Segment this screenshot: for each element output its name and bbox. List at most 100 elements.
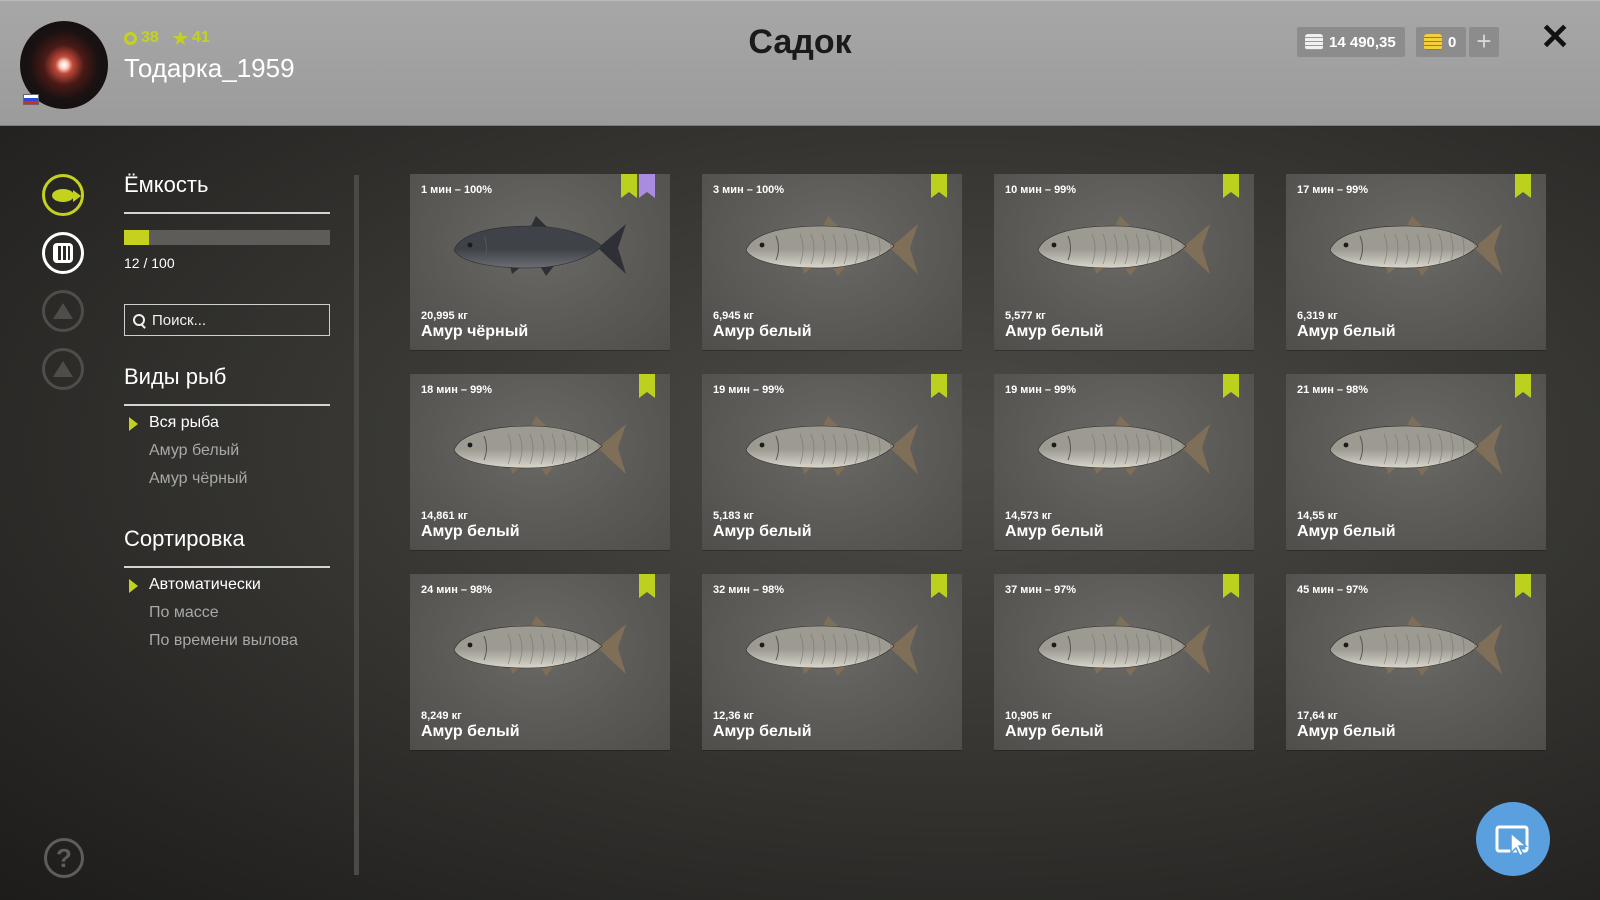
sort-option-label: По массе: [149, 604, 219, 621]
catch-time: 19 мин – 99%: [1005, 384, 1077, 396]
fish-card[interactable]: 21 мин – 98% 14,55 кг Амур белый: [1286, 374, 1546, 550]
bookmark-check-icon[interactable]: [639, 374, 655, 398]
species-option[interactable]: Амур чёрный: [149, 470, 247, 488]
catch-time: 24 мин – 98%: [421, 584, 493, 596]
capacity-bar: [124, 230, 330, 245]
fish-card[interactable]: 10 мин – 99% 5,577 кг Амур белый: [994, 174, 1254, 350]
silver-balance: 14 490,35: [1297, 27, 1405, 57]
fish-image: [1037, 416, 1210, 476]
fish-name: Амур белый: [1005, 323, 1104, 340]
fish-weight: 5,577 кг: [1005, 310, 1046, 322]
fish-name: Амур белый: [1297, 323, 1396, 340]
search-icon: [133, 313, 146, 327]
bookmark-check-icon[interactable]: [621, 174, 637, 198]
species-option[interactable]: Амур белый: [149, 442, 239, 460]
gold-amount: 0: [1448, 33, 1457, 51]
sort-option[interactable]: По массе: [149, 604, 219, 622]
fish-name: Амур белый: [421, 723, 520, 740]
fish-image: [453, 416, 626, 476]
sort-option[interactable]: По времени вылова: [149, 632, 298, 650]
bookmark-check-icon[interactable]: [931, 374, 947, 398]
fish-name: Амур белый: [1297, 523, 1396, 540]
fish-name: Амур белый: [713, 523, 812, 540]
bookmark-check-icon[interactable]: [1223, 174, 1239, 198]
fish-weight: 6,945 кг: [713, 310, 754, 322]
gold-coins-icon: [1424, 34, 1442, 50]
catch-time: 37 мин – 97%: [1005, 584, 1077, 596]
capacity-fill: [124, 230, 149, 245]
gold-balance: 0: [1416, 27, 1466, 57]
species-option-label: Амур чёрный: [149, 470, 248, 487]
fish-card[interactable]: 18 мин – 99% 14,861 кг Амур белый: [410, 374, 670, 550]
species-option-label: Вся рыба: [149, 414, 219, 431]
fish-image: [1037, 616, 1210, 676]
divider: [124, 404, 330, 406]
search-input[interactable]: [152, 311, 322, 329]
fish-tab-icon[interactable]: [42, 174, 84, 216]
fish-card[interactable]: 1 мин – 100% 20,995 кг Амур чёрный: [410, 174, 670, 350]
silver-coins-icon: [1305, 34, 1323, 50]
fish-weight: 14,573 кг: [1005, 510, 1052, 522]
keepnet-tab-icon[interactable]: [42, 232, 84, 274]
fish-card[interactable]: 45 мин – 97% 17,64 кг Амур белый: [1286, 574, 1546, 750]
fish-card[interactable]: 3 мин – 100% 6,945 кг Амур белый: [702, 174, 962, 350]
fish-card[interactable]: 24 мин – 98% 8,249 кг Амур белый: [410, 574, 670, 750]
silver-amount: 14 490,35: [1329, 33, 1396, 51]
fish-weight: 17,64 кг: [1297, 710, 1338, 722]
catch-time: 3 мин – 100%: [713, 184, 785, 196]
fish-card[interactable]: 17 мин – 99% 6,319 кг Амур белый: [1286, 174, 1546, 350]
help-button[interactable]: ?: [44, 838, 84, 878]
bookmark-check-icon[interactable]: [1223, 574, 1239, 598]
fish-image: [745, 616, 918, 676]
fish-image: [453, 616, 626, 676]
species-option[interactable]: Вся рыба: [129, 414, 219, 432]
fish-name: Амур чёрный: [421, 323, 529, 340]
fish-name: Амур белый: [1005, 723, 1104, 740]
house-tab-icon[interactable]: [42, 348, 84, 390]
fish-name: Амур белый: [713, 323, 812, 340]
fish-weight: 20,995 кг: [421, 310, 468, 322]
fish-image: [1329, 216, 1502, 276]
fish-card[interactable]: 32 мин – 98% 12,36 кг Амур белый: [702, 574, 962, 750]
species-option-label: Амур белый: [149, 442, 240, 459]
fish-image: [1329, 416, 1502, 476]
bookmark-check-icon[interactable]: [1515, 374, 1531, 398]
selected-arrow-icon: [129, 579, 138, 593]
fish-image: [745, 416, 918, 476]
bookmark-check-icon[interactable]: [931, 574, 947, 598]
catch-time: 17 мин – 99%: [1297, 184, 1369, 196]
fish-weight: 6,319 кг: [1297, 310, 1338, 322]
tent-tab-icon[interactable]: [42, 290, 84, 332]
sort-option[interactable]: Автоматически: [129, 576, 261, 594]
catch-time: 10 мин – 99%: [1005, 184, 1077, 196]
fish-weight: 10,905 кг: [1005, 710, 1052, 722]
bookmark-check-icon[interactable]: [1515, 574, 1531, 598]
fish-weight: 5,183 кг: [713, 510, 754, 522]
add-currency-button[interactable]: +: [1469, 27, 1499, 57]
bookmark-check-icon[interactable]: [639, 574, 655, 598]
search-box[interactable]: [124, 304, 330, 336]
divider: [124, 566, 330, 568]
bookmark-trophy-icon[interactable]: [639, 174, 655, 198]
fish-card[interactable]: 37 мин – 97% 10,905 кг Амур белый: [994, 574, 1254, 750]
fish-name: Амур белый: [421, 523, 520, 540]
sort-title: Сортировка: [124, 526, 245, 551]
selected-arrow-icon: [129, 417, 138, 431]
bookmark-check-icon[interactable]: [1223, 374, 1239, 398]
species-title: Виды рыб: [124, 364, 227, 389]
catch-time: 21 мин – 98%: [1297, 384, 1369, 396]
fish-image: [1329, 616, 1502, 676]
fish-card[interactable]: 19 мин – 99% 14,573 кг Амур белый: [994, 374, 1254, 550]
cursor-mode-button[interactable]: [1476, 802, 1550, 876]
bookmark-check-icon[interactable]: [931, 174, 947, 198]
close-button[interactable]: ✕: [1540, 19, 1570, 55]
fish-weight: 14,55 кг: [1297, 510, 1338, 522]
bookmark-check-icon[interactable]: [1515, 174, 1531, 198]
capacity-title: Ёмкость: [124, 172, 209, 197]
fish-weight: 8,249 кг: [421, 710, 462, 722]
divider: [124, 212, 330, 214]
catch-time: 18 мин – 99%: [421, 384, 493, 396]
catch-time: 32 мин – 98%: [713, 584, 785, 596]
catch-time: 19 мин – 99%: [713, 384, 785, 396]
fish-card[interactable]: 19 мин – 99% 5,183 кг Амур белый: [702, 374, 962, 550]
